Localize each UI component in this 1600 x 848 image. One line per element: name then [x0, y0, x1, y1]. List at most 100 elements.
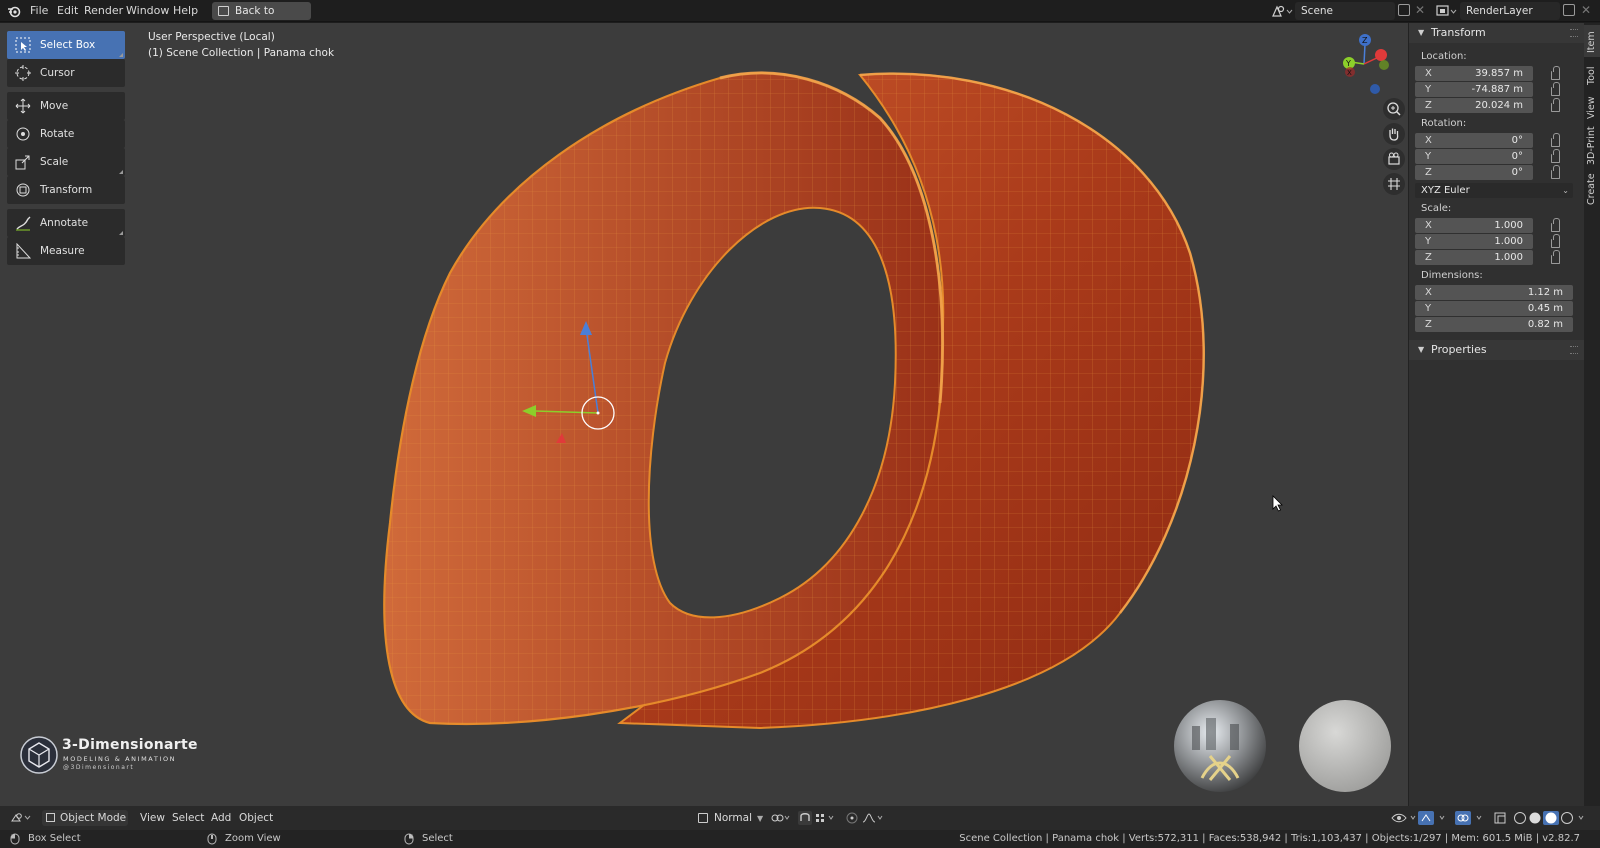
camera-button[interactable]	[1383, 148, 1405, 170]
location-x-field[interactable]: X 39.857 m	[1415, 66, 1533, 81]
rotation-z-value: 0°	[1511, 167, 1523, 178]
delete-scene-icon[interactable]: ✕	[1415, 3, 1425, 17]
menu-add[interactable]: Add	[211, 810, 231, 826]
scale-x-field[interactable]: X 1.000	[1415, 218, 1533, 233]
axis-label: Z	[1425, 100, 1432, 111]
tab-3d-print[interactable]: 3D-Print	[1584, 125, 1600, 169]
menu-select[interactable]: Select	[172, 810, 204, 826]
status-select: Select	[422, 833, 453, 844]
tool-rotate[interactable]: Rotate	[7, 120, 125, 148]
lock-icon[interactable]	[1551, 66, 1560, 80]
menu-help[interactable]: Help	[170, 3, 201, 19]
pivot-point-icon[interactable]	[770, 811, 792, 825]
top-menu-bar: File Edit Render Window Help Back to Pre…	[0, 0, 1600, 35]
tool-transform[interactable]: Transform	[7, 176, 125, 204]
rotation-y-field[interactable]: Y 0°	[1415, 149, 1533, 164]
tab-item[interactable]: Item	[1584, 25, 1600, 57]
menu-render[interactable]: Render	[81, 3, 126, 19]
menu-file[interactable]: File	[27, 3, 51, 19]
grid-icon	[1388, 178, 1400, 190]
proportional-editing-icon[interactable]	[845, 811, 885, 825]
status-box-select: Box Select	[28, 833, 81, 844]
scene-name-field[interactable]: Scene	[1295, 2, 1395, 20]
drag-grip-icon[interactable]	[1570, 346, 1578, 354]
measure-icon	[16, 243, 31, 259]
tool-options-indicator	[119, 231, 123, 235]
navigation-gizmo[interactable]: Z Y X	[1334, 32, 1394, 97]
transform-orientation-dropdown[interactable]: Normal ▼	[698, 810, 763, 826]
scene-icon[interactable]	[1271, 4, 1293, 18]
blender-logo-icon[interactable]	[7, 4, 21, 18]
location-y-field[interactable]: Y -74.887 m	[1415, 82, 1533, 97]
tool-annotate[interactable]: Annotate	[7, 209, 125, 237]
mode-dropdown[interactable]: Object Mode▼	[42, 810, 128, 839]
back-to-previous-button[interactable]: Back to Previous	[212, 2, 311, 35]
rotation-label: Rotation:	[1421, 118, 1467, 129]
rotation-mode-dropdown[interactable]: XYZ Euler ⌄	[1415, 183, 1573, 198]
new-scene-icon[interactable]	[1398, 4, 1410, 16]
tab-view[interactable]: View	[1584, 91, 1600, 123]
tool-select-box[interactable]: Select Box	[7, 31, 125, 59]
lock-icon[interactable]	[1551, 250, 1560, 264]
menu-window[interactable]: Window	[123, 3, 172, 19]
rotation-z-field[interactable]: Z 0°	[1415, 165, 1533, 180]
rotation-mode-value: XYZ Euler	[1421, 185, 1470, 196]
tool-label: Scale	[40, 156, 69, 168]
scale-y-field[interactable]: Y 1.000	[1415, 234, 1533, 249]
axis-label: X	[1425, 220, 1432, 231]
xray-toggle-icon[interactable]	[1493, 811, 1507, 825]
lock-icon[interactable]	[1551, 98, 1560, 112]
new-render-layer-icon[interactable]	[1563, 4, 1575, 16]
mouse-middle-icon	[207, 833, 217, 845]
lock-icon[interactable]	[1551, 234, 1560, 248]
orientation-icon	[698, 813, 708, 823]
tool-move[interactable]: Move	[7, 92, 125, 120]
lock-icon[interactable]	[1551, 133, 1560, 147]
tool-shelf: Select Box Cursor Move Rotate Scale Tran…	[7, 31, 125, 265]
gizmo-toggle-icon[interactable]	[1418, 811, 1452, 825]
delete-render-layer-icon[interactable]: ✕	[1581, 3, 1591, 17]
axis-label: Y	[1425, 303, 1432, 314]
editor-type-icon[interactable]	[10, 811, 34, 825]
dimensions-y-value: 0.45 m	[1527, 303, 1563, 314]
properties-panel-header[interactable]: ▼ Properties	[1409, 340, 1584, 360]
tool-cursor[interactable]: Cursor	[7, 59, 125, 87]
render-layer-field[interactable]: RenderLayer	[1460, 2, 1560, 20]
lock-icon[interactable]	[1551, 165, 1560, 179]
camera-icon	[1388, 152, 1400, 165]
tab-tool[interactable]: Tool	[1584, 59, 1600, 89]
lock-icon[interactable]	[1551, 218, 1560, 232]
dimensions-y-field[interactable]: Y 0.45 m	[1415, 301, 1573, 316]
dimensions-z-field[interactable]: Z 0.82 m	[1415, 317, 1573, 332]
viewport-shading-icons[interactable]	[1513, 811, 1593, 825]
transform-panel-header[interactable]: ▼ Transform	[1409, 23, 1584, 43]
3d-viewport[interactable]: User Perspective (Local) (1) Scene Colle…	[0, 23, 1408, 806]
lock-icon[interactable]	[1551, 149, 1560, 163]
render-layer-icon[interactable]	[1436, 4, 1458, 18]
zoom-button[interactable]	[1383, 98, 1405, 120]
snap-icon[interactable]	[798, 811, 838, 825]
pan-button[interactable]	[1383, 123, 1405, 145]
drag-grip-icon[interactable]	[1570, 29, 1578, 37]
scale-y-value: 1.000	[1494, 236, 1523, 247]
lock-icon[interactable]	[1551, 82, 1560, 96]
location-z-field[interactable]: Z 20.024 m	[1415, 98, 1533, 113]
dimensions-x-field[interactable]: X 1.12 m	[1415, 285, 1573, 300]
scale-z-value: 1.000	[1494, 252, 1523, 263]
rotation-x-field[interactable]: X 0°	[1415, 133, 1533, 148]
tab-create[interactable]: Create	[1584, 171, 1600, 209]
scale-z-field[interactable]: Z 1.000	[1415, 250, 1533, 265]
tool-scale[interactable]: Scale	[7, 148, 125, 176]
tool-measure[interactable]: Measure	[7, 237, 125, 265]
overlays-toggle-icon[interactable]	[1455, 811, 1489, 825]
menu-view[interactable]: View	[140, 810, 165, 826]
hand-icon	[1389, 128, 1399, 141]
menu-edit[interactable]: Edit	[54, 3, 81, 19]
mesh-object[interactable]	[0, 23, 1408, 806]
axis-label: X	[1425, 287, 1432, 298]
transform-icon	[16, 183, 30, 197]
menu-object[interactable]: Object	[239, 810, 273, 826]
visibility-icon[interactable]	[1390, 811, 1420, 825]
ortho-toggle-button[interactable]	[1383, 173, 1405, 195]
logo-handle: @3Dimensionart	[63, 764, 135, 771]
